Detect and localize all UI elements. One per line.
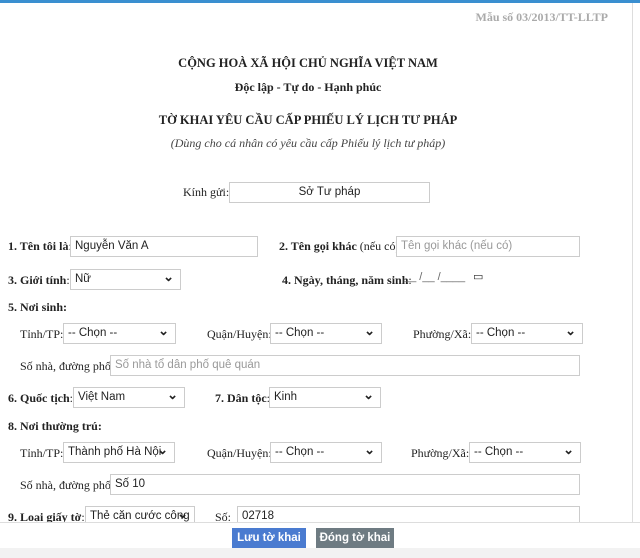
dob-input[interactable]: __ /__ /____ (404, 271, 465, 283)
res-ward-select[interactable]: -- Chọn -- (469, 442, 581, 463)
ethnicity-label: 7. Dân tộc (215, 391, 267, 405)
top-accent-bar (0, 0, 640, 3)
res-street-label: Số nhà, đường phố: (20, 478, 115, 492)
birthplace-label: 5. Nơi sinh: (8, 300, 67, 314)
res-ward-label: Phường/Xã: (411, 446, 470, 460)
res-district-label: Quận/Huyện: (207, 446, 272, 460)
alias-input[interactable]: Tên gọi khác (nếu có) (396, 236, 580, 257)
birth-district-select[interactable]: -- Chọn -- (270, 323, 382, 344)
page-bottom (0, 548, 640, 558)
recipient-label: Kính gửi: (183, 185, 230, 199)
birth-district-label: Quận/Huyện: (207, 327, 272, 341)
ethnicity-select[interactable]: Kinh (269, 387, 381, 408)
birth-ward-select[interactable]: -- Chọn -- (471, 323, 583, 344)
birth-street-input[interactable]: Số nhà tổ dân phố quê quán (110, 355, 580, 376)
birth-street-label: Số nhà, đường phố: (20, 359, 115, 373)
nationality-select[interactable]: Việt Nam (73, 387, 185, 408)
name-label: 1. Tên tôi là (8, 239, 69, 253)
form-code: Mẫu số 03/2013/TT-LLTP (475, 10, 608, 24)
page-title: TỜ KHAI YÊU CẦU CẤP PHIẾU LÝ LỊCH TƯ PHÁ… (158, 113, 458, 127)
res-province-label: Tỉnh/TP: (20, 446, 64, 460)
close-button[interactable]: Đóng tờ khai (316, 528, 394, 549)
res-province-select[interactable]: Thành phố Hà Nội (63, 442, 175, 463)
residence-label: 8. Nơi thường trú: (8, 419, 102, 433)
calendar-icon[interactable]: ▭ (473, 270, 483, 283)
dob-label: 4. Ngày, tháng, năm sinh (282, 273, 409, 287)
recipient-input[interactable]: Sở Tư pháp (229, 182, 430, 203)
save-button[interactable]: Lưu tờ khai (232, 528, 306, 549)
scroll-divider (632, 3, 633, 523)
gender-select[interactable]: Nữ (70, 269, 181, 290)
motto: Độc lập - Tự do - Hạnh phúc (234, 80, 382, 94)
res-street-input[interactable]: Số 10 (110, 474, 580, 495)
alias-label: 2. Tên gọi khác (279, 239, 357, 253)
res-district-select[interactable]: -- Chọn -- (270, 442, 382, 463)
nationality-label: 6. Quốc tịch (8, 391, 70, 405)
birth-ward-label: Phường/Xã: (413, 327, 472, 341)
birth-province-select[interactable]: -- Chọn -- (63, 323, 176, 344)
name-input[interactable]: Nguyễn Văn A (70, 236, 258, 257)
page-subtitle: (Dùng cho cá nhân có yêu cầu cấp Phiếu l… (170, 136, 446, 150)
country-heading: CỘNG HOÀ XÃ HỘI CHỦ NGHĨA VIỆT NAM (178, 56, 438, 70)
birth-province-label: Tỉnh/TP: (20, 327, 64, 341)
gender-label: 3. Giới tính (8, 273, 67, 287)
action-bar: Lưu tờ khai Đóng tờ khai (0, 522, 640, 549)
